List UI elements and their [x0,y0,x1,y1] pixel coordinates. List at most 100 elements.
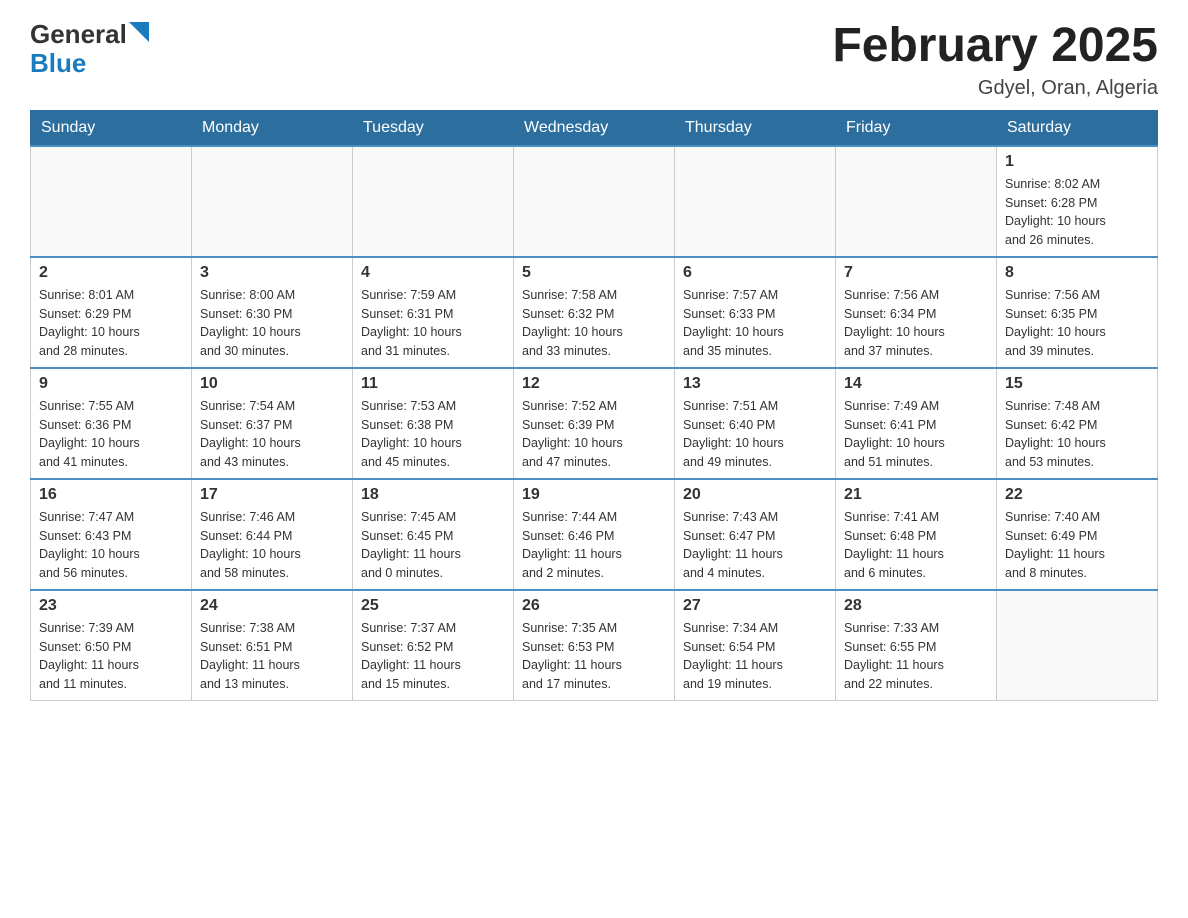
day-info: Sunrise: 7:58 AMSunset: 6:32 PMDaylight:… [522,286,666,361]
day-number: 10 [200,375,344,393]
calendar-table: SundayMondayTuesdayWednesdayThursdayFrid… [30,110,1158,701]
day-info: Sunrise: 7:56 AMSunset: 6:35 PMDaylight:… [1005,286,1149,361]
logo-triangle-icon [129,22,149,42]
day-info: Sunrise: 7:43 AMSunset: 6:47 PMDaylight:… [683,508,827,583]
day-number: 8 [1005,264,1149,282]
calendar-cell: 13Sunrise: 7:51 AMSunset: 6:40 PMDayligh… [675,368,836,479]
calendar-cell: 14 Sunrise: 7:49 AMSunset: 6:41 PMDayligh… [836,368,997,479]
day-number: 19 [522,486,666,504]
calendar-cell: 8 Sunrise: 7:56 AMSunset: 6:35 PMDaylight… [997,257,1158,368]
logo: General Blue [30,20,149,77]
day-number: 2 [39,264,183,282]
calendar-header-row: SundayMondayTuesdayWednesdayThursdayFrid… [31,110,1158,146]
day-info: Sunrise: 7:48 AMSunset: 6:42 PMDaylight:… [1005,397,1149,472]
day-info: Sunrise: 7:39 AMSunset: 6:50 PMDaylight:… [39,619,183,694]
calendar-cell: 3 Sunrise: 8:00 AMSunset: 6:30 PMDaylight… [192,257,353,368]
day-number: 6 [683,264,827,282]
calendar-title: February 2025 [832,20,1158,73]
calendar-cell: 9 Sunrise: 7:55 AMSunset: 6:36 PMDaylight… [31,368,192,479]
day-number: 27 [683,597,827,615]
calendar-cell: 4Sunrise: 7:59 AMSunset: 6:31 PMDaylight… [353,257,514,368]
calendar-cell: 12 Sunrise: 7:52 AMSunset: 6:39 PMDayligh… [514,368,675,479]
calendar-cell [836,146,997,257]
calendar-subtitle: Gdyel, Oran, Algeria [832,77,1158,100]
calendar-cell [514,146,675,257]
calendar-cell: 1Sunrise: 8:02 AMSunset: 6:28 PMDaylight… [997,146,1158,257]
day-number: 17 [200,486,344,504]
day-number: 18 [361,486,505,504]
calendar-cell [192,146,353,257]
day-info: Sunrise: 7:33 AMSunset: 6:55 PMDaylight:… [844,619,988,694]
day-info: Sunrise: 7:52 AMSunset: 6:39 PMDaylight:… [522,397,666,472]
day-number: 12 [522,375,666,393]
calendar-cell: 26Sunrise: 7:35 AMSunset: 6:53 PMDayligh… [514,590,675,701]
day-info: Sunrise: 8:00 AMSunset: 6:30 PMDaylight:… [200,286,344,361]
day-info: Sunrise: 7:46 AMSunset: 6:44 PMDaylight:… [200,508,344,583]
calendar-cell: 16 Sunrise: 7:47 AMSunset: 6:43 PMDayligh… [31,479,192,590]
calendar-cell [675,146,836,257]
calendar-cell [31,146,192,257]
day-number: 16 [39,486,183,504]
day-info: Sunrise: 7:44 AMSunset: 6:46 PMDaylight:… [522,508,666,583]
day-info: Sunrise: 7:55 AMSunset: 6:36 PMDaylight:… [39,397,183,472]
day-number: 11 [361,375,505,393]
day-number: 4 [361,264,505,282]
day-info: Sunrise: 7:54 AMSunset: 6:37 PMDaylight:… [200,397,344,472]
day-info: Sunrise: 7:34 AMSunset: 6:54 PMDaylight:… [683,619,827,694]
day-number: 15 [1005,375,1149,393]
day-number: 28 [844,597,988,615]
day-info: Sunrise: 7:40 AMSunset: 6:49 PMDaylight:… [1005,508,1149,583]
day-number: 25 [361,597,505,615]
week-row-2: 2Sunrise: 8:01 AMSunset: 6:29 PMDaylight… [31,257,1158,368]
day-info: Sunrise: 7:45 AMSunset: 6:45 PMDaylight:… [361,508,505,583]
calendar-cell: 2Sunrise: 8:01 AMSunset: 6:29 PMDaylight… [31,257,192,368]
page-header: General Blue February 2025 Gdyel, Oran, … [30,20,1158,100]
day-info: Sunrise: 7:41 AMSunset: 6:48 PMDaylight:… [844,508,988,583]
day-info: Sunrise: 7:47 AMSunset: 6:43 PMDaylight:… [39,508,183,583]
day-info: Sunrise: 7:51 AMSunset: 6:40 PMDaylight:… [683,397,827,472]
calendar-cell [353,146,514,257]
calendar-cell: 20 Sunrise: 7:43 AMSunset: 6:47 PMDayligh… [675,479,836,590]
day-number: 14 [844,375,988,393]
logo-blue-text: Blue [30,49,86,78]
column-header-saturday: Saturday [997,110,1158,146]
day-info: Sunrise: 7:38 AMSunset: 6:51 PMDaylight:… [200,619,344,694]
calendar-cell: 11 Sunrise: 7:53 AMSunset: 6:38 PMDayligh… [353,368,514,479]
day-number: 21 [844,486,988,504]
column-header-tuesday: Tuesday [353,110,514,146]
day-number: 5 [522,264,666,282]
calendar-cell: 18 Sunrise: 7:45 AMSunset: 6:45 PMDayligh… [353,479,514,590]
day-info: Sunrise: 7:37 AMSunset: 6:52 PMDaylight:… [361,619,505,694]
title-block: February 2025 Gdyel, Oran, Algeria [832,20,1158,100]
day-number: 3 [200,264,344,282]
calendar-cell: 19 Sunrise: 7:44 AMSunset: 6:46 PMDayligh… [514,479,675,590]
calendar-cell: 6Sunrise: 7:57 AMSunset: 6:33 PMDaylight… [675,257,836,368]
logo-general-text: General [30,20,127,49]
day-number: 1 [1005,153,1149,171]
day-info: Sunrise: 7:53 AMSunset: 6:38 PMDaylight:… [361,397,505,472]
week-row-3: 9 Sunrise: 7:55 AMSunset: 6:36 PMDaylight… [31,368,1158,479]
calendar-cell: 27 Sunrise: 7:34 AMSunset: 6:54 PMDayligh… [675,590,836,701]
day-number: 24 [200,597,344,615]
column-header-thursday: Thursday [675,110,836,146]
day-info: Sunrise: 7:49 AMSunset: 6:41 PMDaylight:… [844,397,988,472]
day-number: 20 [683,486,827,504]
calendar-cell: 23 Sunrise: 7:39 AMSunset: 6:50 PMDayligh… [31,590,192,701]
day-number: 9 [39,375,183,393]
calendar-cell: 5 Sunrise: 7:58 AMSunset: 6:32 PMDaylight… [514,257,675,368]
day-number: 7 [844,264,988,282]
calendar-cell: 15 Sunrise: 7:48 AMSunset: 6:42 PMDayligh… [997,368,1158,479]
column-header-sunday: Sunday [31,110,192,146]
calendar-cell: 17 Sunrise: 7:46 AMSunset: 6:44 PMDayligh… [192,479,353,590]
week-row-4: 16 Sunrise: 7:47 AMSunset: 6:43 PMDayligh… [31,479,1158,590]
calendar-cell: 28 Sunrise: 7:33 AMSunset: 6:55 PMDayligh… [836,590,997,701]
column-header-monday: Monday [192,110,353,146]
column-header-friday: Friday [836,110,997,146]
calendar-cell: 21 Sunrise: 7:41 AMSunset: 6:48 PMDayligh… [836,479,997,590]
column-header-wednesday: Wednesday [514,110,675,146]
calendar-cell [997,590,1158,701]
week-row-1: 1Sunrise: 8:02 AMSunset: 6:28 PMDaylight… [31,146,1158,257]
day-info: Sunrise: 7:35 AMSunset: 6:53 PMDaylight:… [522,619,666,694]
day-info: Sunrise: 7:56 AMSunset: 6:34 PMDaylight:… [844,286,988,361]
day-number: 23 [39,597,183,615]
